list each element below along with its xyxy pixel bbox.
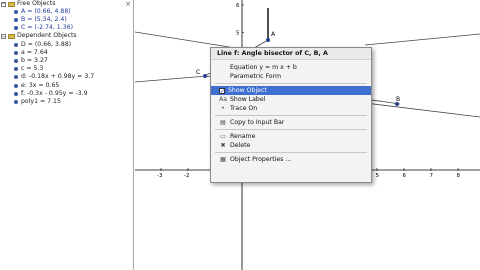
x-tick-label: 5 bbox=[376, 173, 380, 179]
free-objects-folder[interactable]: − Free Objects bbox=[0, 0, 133, 8]
folder-icon bbox=[8, 1, 15, 7]
x-tick-label: 6 bbox=[403, 173, 407, 179]
menu-item-rename[interactable]: ▭ Rename bbox=[211, 132, 371, 141]
collapse-icon[interactable]: − bbox=[1, 34, 6, 40]
menu-separator bbox=[215, 152, 367, 153]
list-item[interactable]: C = (-2.74, 1.36) bbox=[0, 24, 133, 32]
checkbox-checked-icon[interactable]: ✓ bbox=[219, 87, 225, 94]
point-b-label: B bbox=[396, 96, 400, 103]
algebra-view: × − Free Objects A = (0.66, 4.88) B = (5… bbox=[0, 0, 134, 270]
x-tick-label: 8 bbox=[457, 173, 461, 179]
folder-label: Free Objects bbox=[17, 0, 56, 7]
point-icon bbox=[14, 26, 18, 31]
segment-line[interactable] bbox=[364, 102, 480, 118]
menu-item-show-object[interactable]: ✓ Show Object bbox=[211, 86, 371, 95]
x-tick-label: 7 bbox=[430, 173, 434, 179]
point-icon bbox=[14, 42, 18, 47]
label-icon: Aa bbox=[219, 96, 227, 103]
menu-item-trace-on[interactable]: • Trace On bbox=[211, 104, 371, 113]
rename-icon: ▭ bbox=[220, 133, 226, 140]
context-menu-title: Line f: Angle bisector of C, B, A bbox=[211, 48, 371, 60]
list-item[interactable]: f: -0.3x - 0.95y = -3.9 bbox=[0, 90, 133, 98]
list-item[interactable]: c = 5.3 bbox=[0, 65, 133, 73]
folder-label: Dependent Objects bbox=[17, 32, 77, 40]
properties-icon: ▦ bbox=[220, 156, 226, 163]
menu-separator bbox=[215, 115, 367, 116]
y-tick-label: 5 bbox=[236, 31, 240, 37]
list-item[interactable]: poly1 = 7.15 bbox=[0, 98, 133, 106]
copy-icon: ▤ bbox=[220, 119, 226, 126]
line-icon bbox=[14, 91, 18, 96]
bisector-line-d[interactable] bbox=[364, 33, 480, 46]
menu-item-copy-input[interactable]: ▤ Copy to Input Bar bbox=[211, 118, 371, 127]
value-icon bbox=[14, 67, 18, 72]
point-c[interactable] bbox=[203, 74, 207, 78]
point-a[interactable] bbox=[266, 38, 270, 42]
list-item[interactable]: a = 7.64 bbox=[0, 49, 133, 57]
context-menu[interactable]: Line f: Angle bisector of C, B, A Equati… bbox=[210, 47, 372, 183]
menu-separator bbox=[215, 129, 367, 130]
dependent-objects-folder[interactable]: − Dependent Objects bbox=[0, 32, 133, 41]
menu-item-parametric[interactable]: Parametric Form bbox=[211, 72, 371, 81]
x-tick-label: -2 bbox=[184, 173, 189, 179]
point-icon bbox=[14, 18, 18, 23]
list-item[interactable]: D = (0.66, 3.88) bbox=[0, 41, 133, 49]
trace-icon: • bbox=[221, 105, 225, 112]
list-item[interactable]: d: -0.18x + 0.98y = 3.7 bbox=[0, 73, 133, 81]
list-item[interactable]: A = (0.66, 4.88) bbox=[0, 8, 133, 16]
menu-item-properties[interactable]: ▦ Object Properties ... bbox=[211, 155, 371, 164]
list-item[interactable]: e: 3x = 0.65 bbox=[0, 82, 133, 90]
menu-item-delete[interactable]: ✖ Delete bbox=[211, 141, 371, 150]
y-tick-label: 6 bbox=[236, 3, 240, 9]
point-icon bbox=[14, 10, 18, 15]
folder-icon bbox=[8, 34, 15, 40]
x-tick-label: -4 bbox=[135, 173, 136, 179]
point-c-label: C bbox=[196, 69, 200, 76]
list-item[interactable]: b = 3.27 bbox=[0, 57, 133, 65]
delete-icon: ✖ bbox=[220, 142, 226, 149]
value-icon bbox=[14, 50, 18, 55]
list-item[interactable]: B = (5.34, 2.4) bbox=[0, 16, 133, 24]
menu-item-show-label[interactable]: Aa Show Label bbox=[211, 95, 371, 104]
line-icon bbox=[14, 75, 18, 80]
segment-line[interactable] bbox=[135, 75, 208, 83]
x-tick-label: -3 bbox=[157, 173, 163, 179]
point-a-label: A bbox=[271, 31, 276, 38]
menu-item-equation[interactable]: Equation y = m x + b bbox=[211, 63, 371, 72]
collapse-icon[interactable]: − bbox=[1, 1, 6, 7]
line-icon bbox=[14, 83, 18, 88]
close-icon[interactable]: × bbox=[125, 0, 131, 8]
value-icon bbox=[14, 59, 18, 64]
menu-separator bbox=[215, 83, 367, 84]
polygon-icon bbox=[14, 99, 18, 104]
